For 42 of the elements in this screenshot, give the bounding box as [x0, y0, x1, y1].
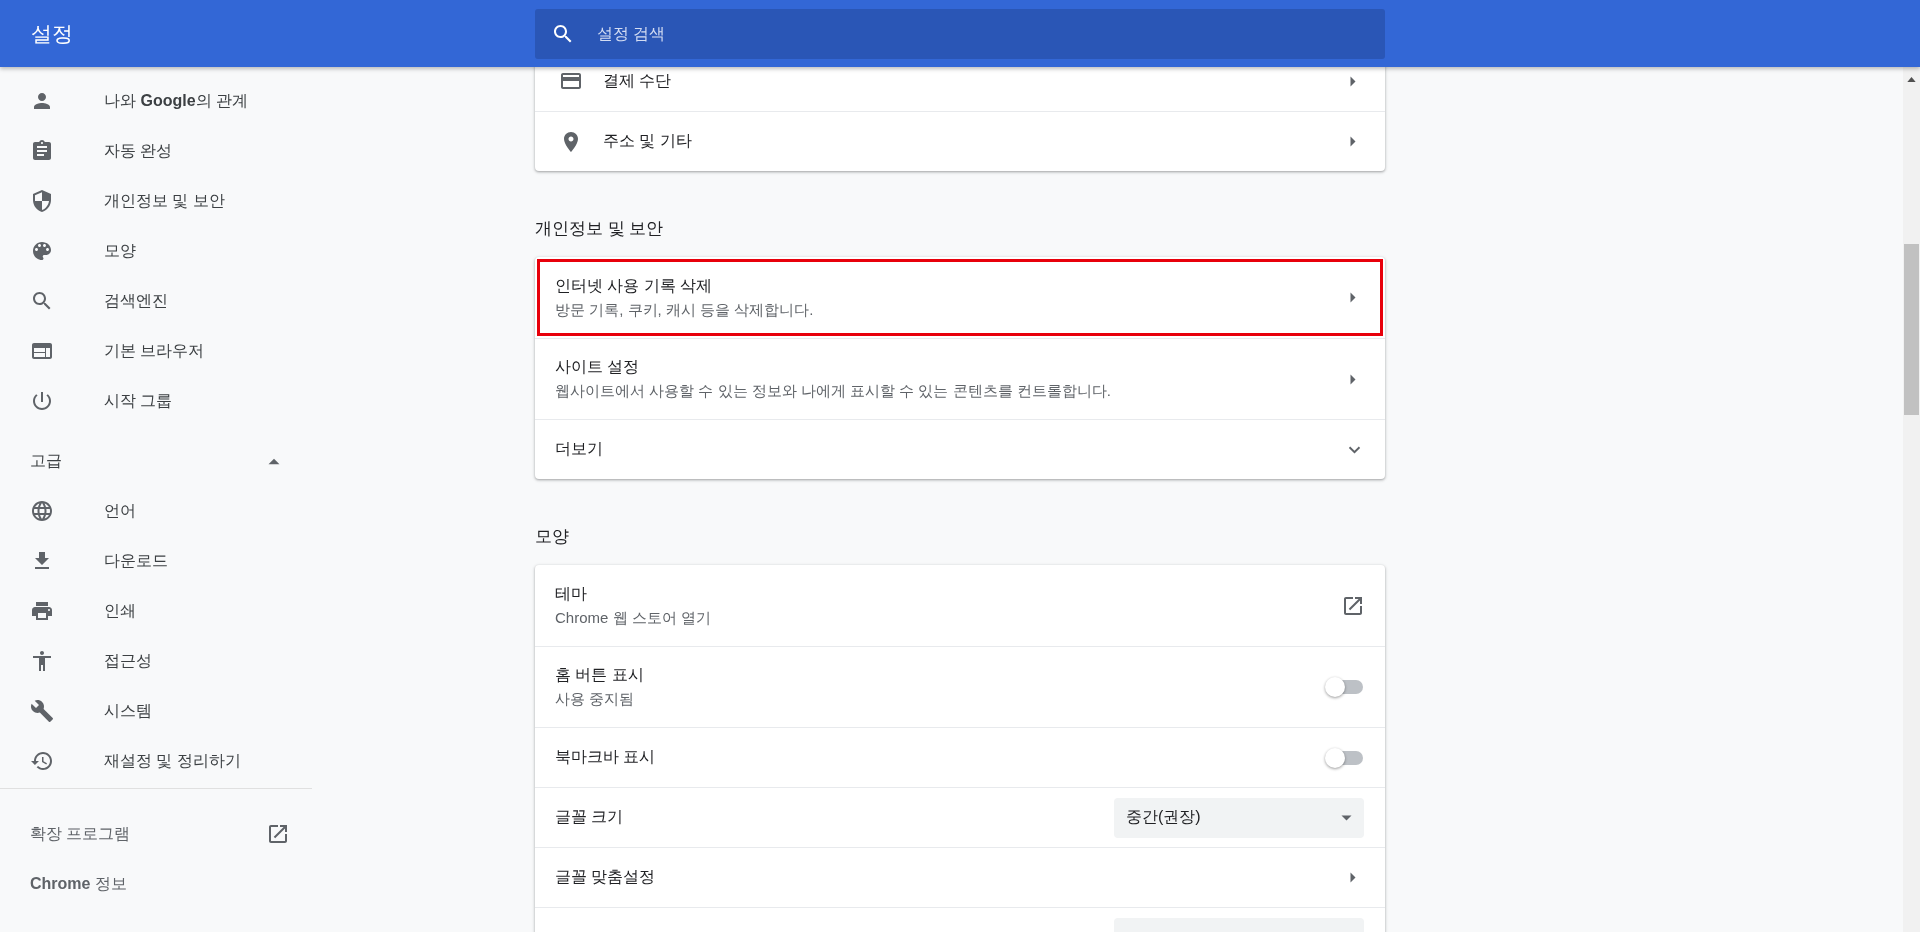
about-link[interactable]: Chrome 정보: [0, 859, 312, 909]
setting-description: 웹사이트에서 사용할 수 있는 정보와 나에게 표시할 수 있는 콘텐츠를 컨트롤합니다.: [555, 382, 1112, 401]
sidebar-item[interactable]: 인쇄: [0, 586, 312, 636]
search-field[interactable]: 설정 검색: [535, 8, 1385, 59]
sidebar-item[interactable]: 나와 Google의 관계: [0, 76, 312, 126]
sidebar-item[interactable]: 자동 완성: [0, 126, 312, 176]
setting-link[interactable]: 글꼴 맞춤설정: [535, 847, 1385, 907]
setting-title: 북마크바 표시: [555, 747, 657, 767]
setting-title: 사이트 설정: [555, 357, 641, 377]
setting-description: 사용 중지됨: [555, 690, 636, 709]
sidebar-item[interactable]: 검색엔진: [0, 276, 312, 326]
page-title: 설정: [31, 20, 74, 47]
sidebar-item[interactable]: 다운로드: [0, 536, 312, 586]
sidebar-item[interactable]: 재설정 및 정리하기: [0, 736, 312, 786]
setting-link[interactable]: 테마 Chrome 웹 스토어 열기: [535, 565, 1385, 646]
advanced-toggle[interactable]: 고급: [0, 436, 312, 486]
sidebar-item[interactable]: 언어: [0, 486, 312, 536]
setting-description: Chrome 웹 스토어 열기: [555, 608, 712, 628]
sidebar-item[interactable]: 개인정보 및 보안: [0, 176, 312, 226]
section-heading: 개인정보 및 보안: [535, 218, 665, 240]
setting-title: 주소 및 기타: [603, 131, 693, 151]
setting-link[interactable]: 인터넷 사용 기록 삭제 방문 기록, 쿠키, 캐시 등을 삭제합니다.: [535, 257, 1385, 338]
sidebar-item[interactable]: 접근성: [0, 636, 312, 686]
setting-title: 결제 수단: [603, 70, 673, 91]
setting-link[interactable]: 주소 및 기타: [535, 111, 1385, 171]
setting-link[interactable]: 결제 수단: [535, 67, 1385, 111]
sidebar-item[interactable]: 시스템: [0, 686, 312, 736]
setting-title: 테마: [555, 583, 588, 604]
setting-link[interactable]: 사이트 설정 웹사이트에서 사용할 수 있는 정보와 나에게 표시할 수 있는 콘텐츠를 컨트롤합니다.: [535, 338, 1385, 419]
extensions-link[interactable]: 확장 프로그램: [0, 809, 312, 859]
setting-description: 방문 기록, 쿠키, 캐시 등을 삭제합니다.: [555, 300, 815, 320]
sidebar-item[interactable]: 시작 그룹: [0, 376, 312, 426]
setting-title: 글꼴 크기: [555, 807, 625, 827]
sidebar-item[interactable]: 모양: [0, 226, 312, 276]
section-heading: 모양: [535, 526, 570, 548]
setting-title: 더보기: [555, 439, 604, 459]
setting-title: 인터넷 사용 기록 삭제: [555, 275, 714, 296]
setting-link[interactable]: 더보기: [535, 419, 1385, 479]
setting-title: 글꼴 맞춤설정: [555, 867, 657, 887]
sidebar-item[interactable]: 기본 브라우저: [0, 326, 312, 376]
setting-title: 홈 버튼 표시: [555, 665, 645, 685]
dropdown[interactable]: 중간(권장): [1114, 797, 1364, 838]
